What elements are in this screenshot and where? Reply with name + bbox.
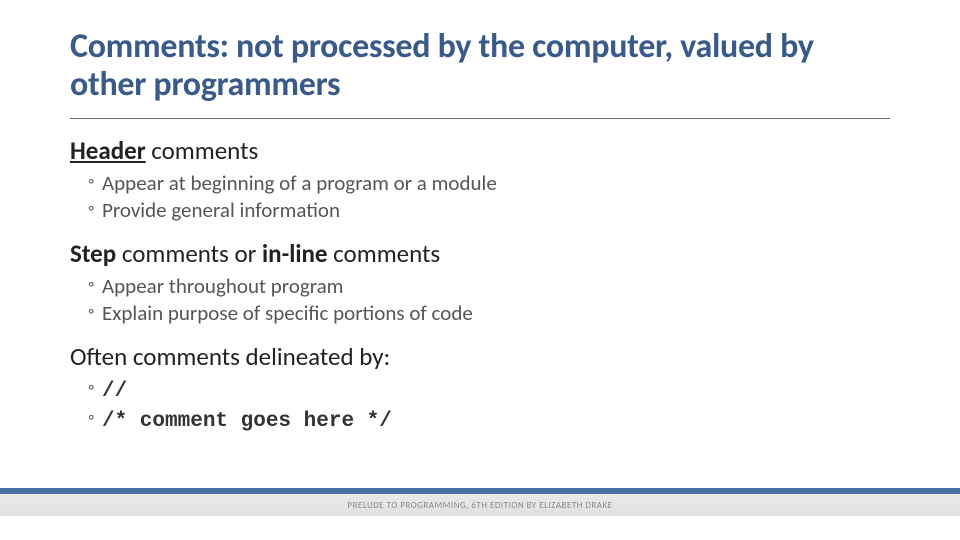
section-header-comments: Header comments bbox=[70, 135, 890, 166]
list-item: /* comment goes here */ bbox=[88, 406, 890, 436]
footer-text: PRELUDE TO PROGRAMMING, 6TH EDITION BY E… bbox=[347, 500, 612, 511]
bullets-step: Appear throughout program Explain purpos… bbox=[88, 273, 890, 327]
list-item: // bbox=[88, 376, 890, 406]
list-item: Explain purpose of specific portions of … bbox=[88, 300, 890, 327]
step-b2: in-line bbox=[262, 238, 328, 269]
list-item: Appear throughout program bbox=[88, 273, 890, 300]
code-block-comment: /* comment goes here */ bbox=[102, 410, 392, 433]
bullets-code: // /* comment goes here */ bbox=[88, 376, 890, 436]
section-step-comments: Step comments or in-line comments bbox=[70, 238, 890, 269]
footer-bar: PRELUDE TO PROGRAMMING, 6TH EDITION BY E… bbox=[0, 488, 960, 516]
step-t2: comments bbox=[328, 238, 441, 269]
title-divider bbox=[70, 118, 890, 119]
list-item: Provide general information bbox=[88, 197, 890, 224]
list-item: Appear at beginning of a program or a mo… bbox=[88, 170, 890, 197]
slide-title: Comments: not processed by the computer,… bbox=[70, 28, 890, 104]
step-t1: comments or bbox=[116, 238, 262, 269]
code-slashes: // bbox=[102, 380, 127, 403]
bullets-header: Appear at beginning of a program or a mo… bbox=[88, 170, 890, 224]
header-rest: comments bbox=[146, 135, 259, 166]
header-strong: Header bbox=[70, 135, 146, 166]
step-b1: Step bbox=[70, 238, 116, 269]
section-delineated: Often comments delineated by: bbox=[70, 341, 890, 372]
slide: Comments: not processed by the computer,… bbox=[0, 0, 960, 540]
